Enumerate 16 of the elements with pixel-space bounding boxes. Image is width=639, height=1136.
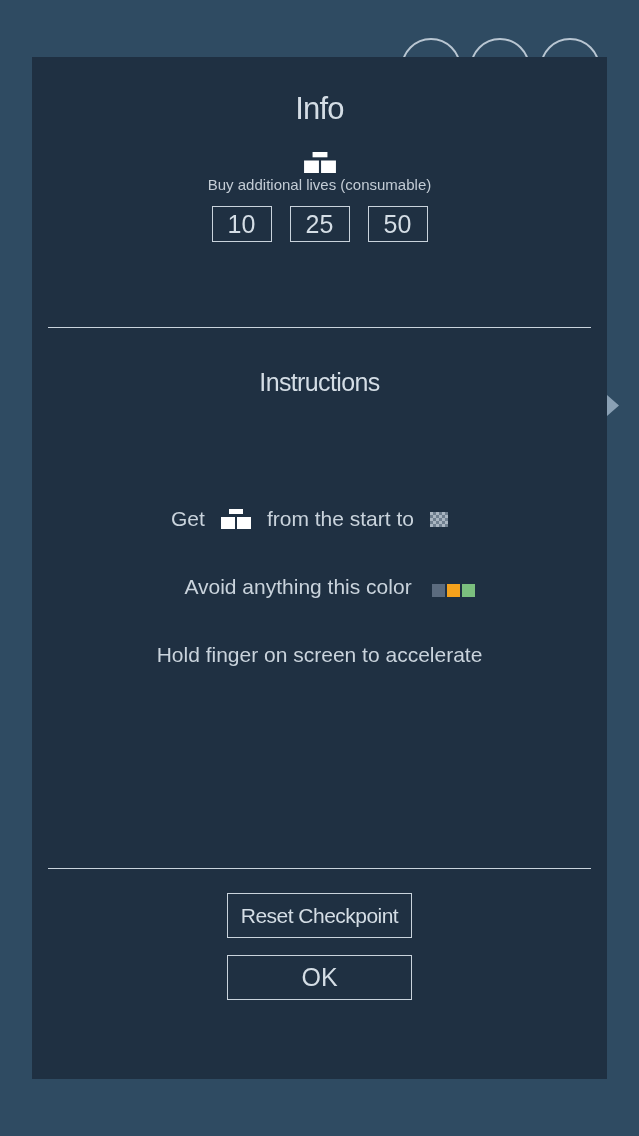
checkered-flag-icon [429,511,448,527]
reset-button[interactable]: Reset Checkpoint [227,893,412,938]
right-arrow-icon[interactable] [607,395,619,416]
section-title: Instructions [259,370,380,395]
purchase-button[interactable]: 25 [289,206,350,243]
block-stack-icon [302,152,337,174]
instruction-text: from the start to [266,507,414,531]
instruction-text: Get [171,507,205,531]
instruction-text: Hold finger on screen to accelerate [156,643,483,667]
purchase-button[interactable]: 50 [367,206,428,243]
purchase-button[interactable]: 10 [211,206,272,243]
ok-button[interactable]: OK [227,955,412,1000]
subtitle: Buy additional lives (consumable) [207,177,432,193]
info-title: Info [295,93,344,124]
block-stack-icon [219,509,252,529]
instruction-text: Avoid anything this color [184,575,412,599]
